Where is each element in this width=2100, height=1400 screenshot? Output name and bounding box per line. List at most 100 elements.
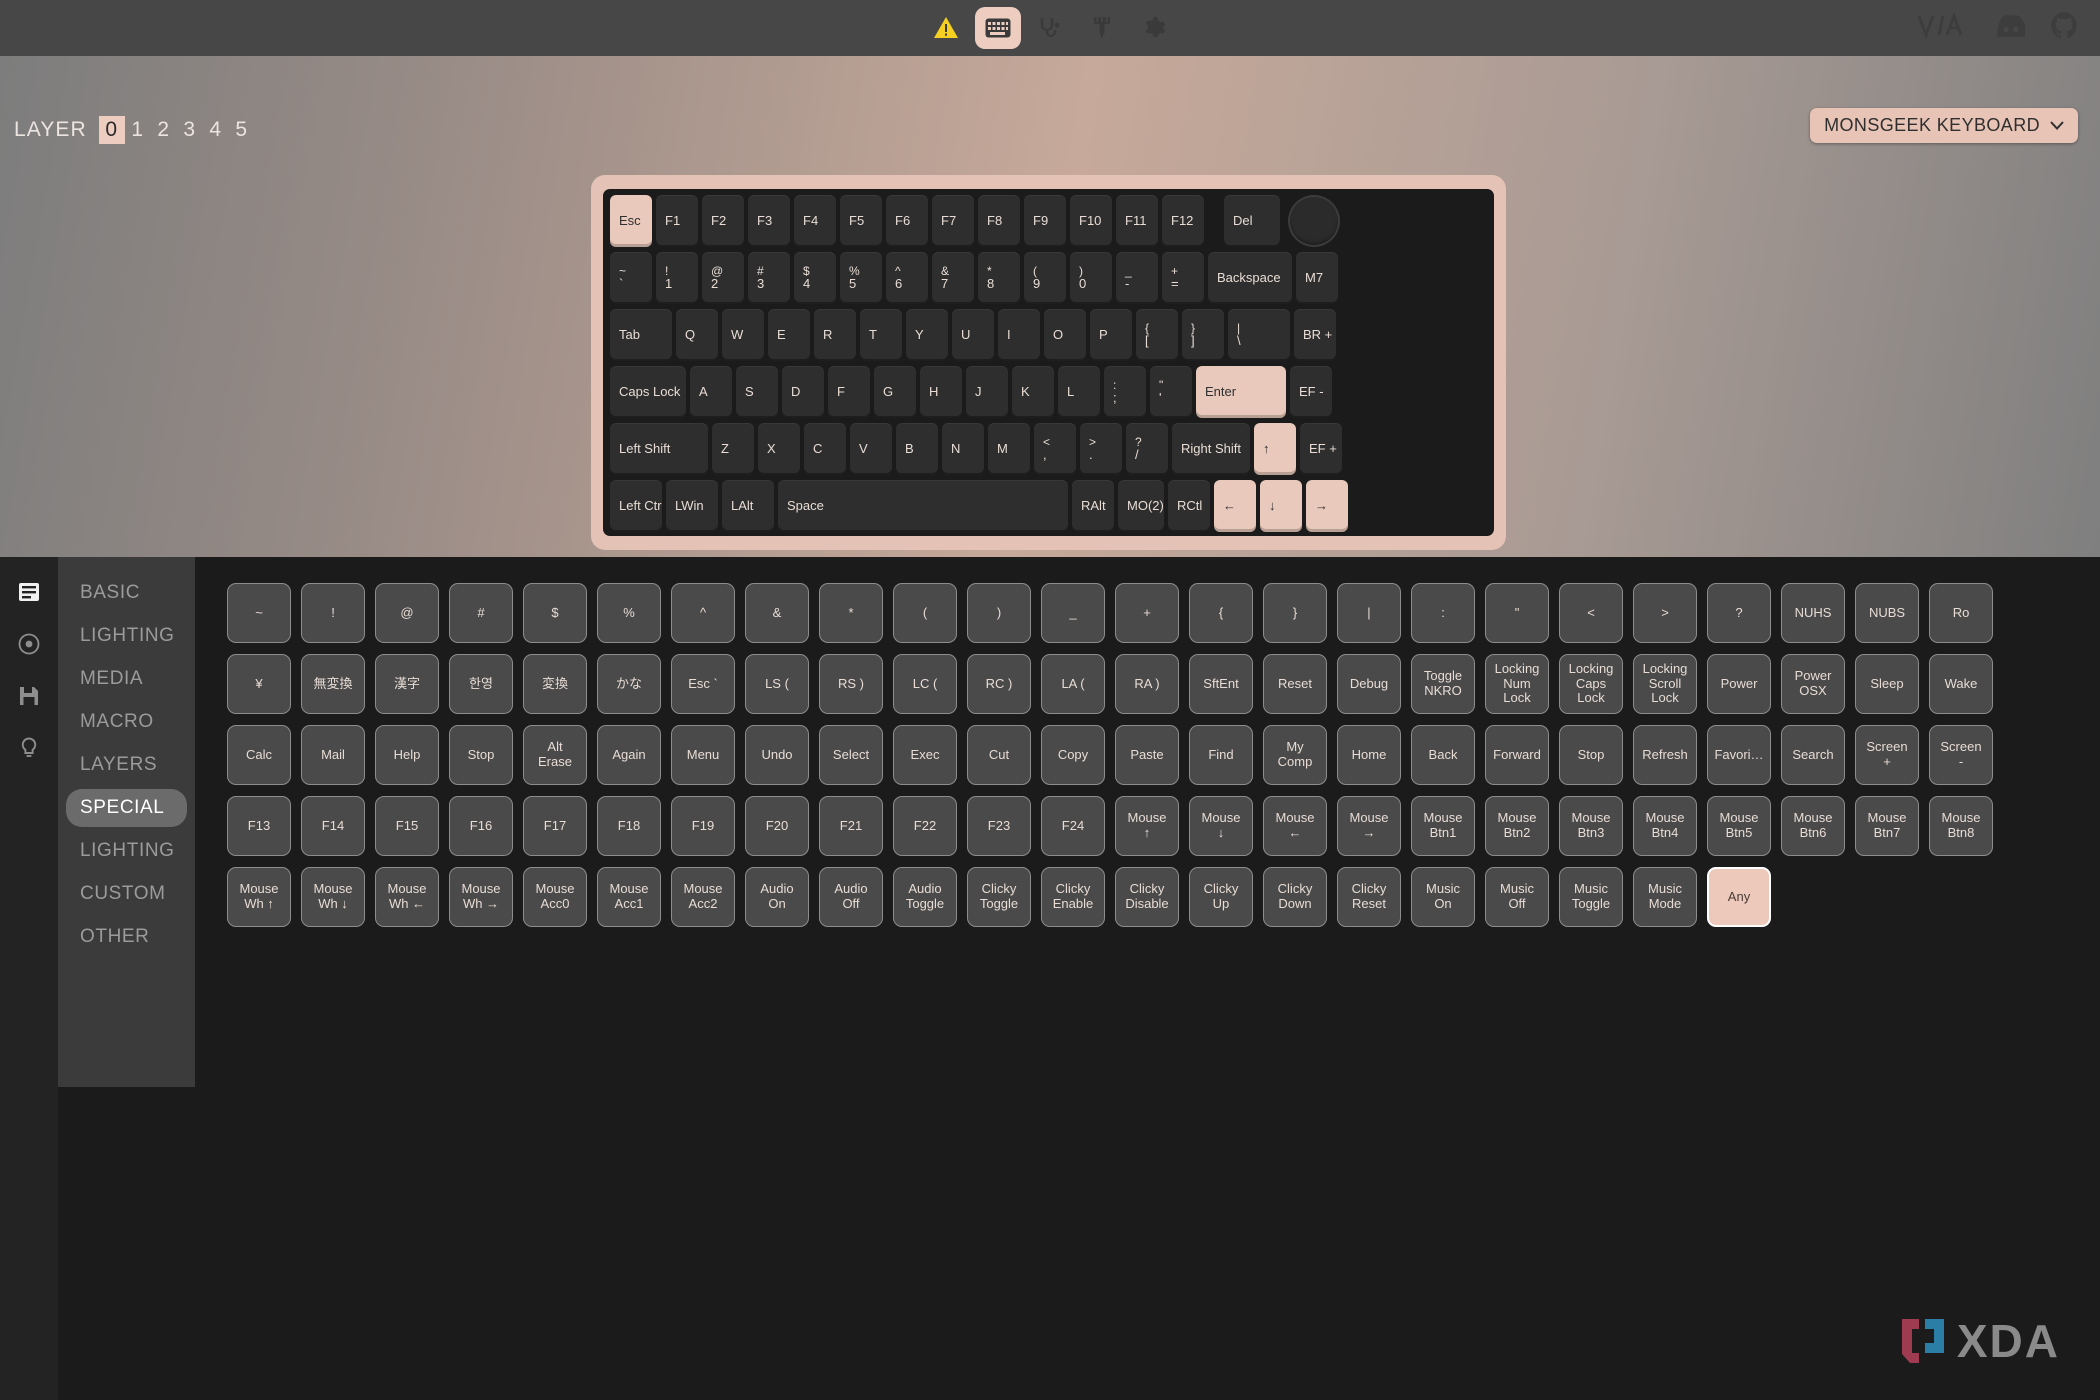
keycode-button[interactable]: F23 — [967, 796, 1031, 856]
keyboard-key[interactable]: P — [1090, 309, 1132, 361]
stethoscope-icon[interactable] — [1027, 7, 1073, 49]
keyboard-key[interactable]: O — [1044, 309, 1086, 361]
keycode-button[interactable]: Again — [597, 725, 661, 785]
save-icon[interactable] — [16, 683, 42, 709]
keyboard-key[interactable]: C — [804, 423, 846, 475]
keycode-button[interactable]: ~ — [227, 583, 291, 643]
keycode-button[interactable]: Mouse Wh ↓ — [301, 867, 365, 927]
keycode-button[interactable]: Wake — [1929, 654, 1993, 714]
keyboard-key[interactable]: A — [690, 366, 732, 418]
keycode-button[interactable]: ¥ — [227, 654, 291, 714]
keyboard-key[interactable]: F4 — [794, 195, 836, 247]
keyboard-key[interactable]: ↓ — [1260, 480, 1302, 532]
keycode-button[interactable]: < — [1559, 583, 1623, 643]
keyboard-key[interactable]: ) 0 — [1070, 252, 1112, 304]
keycode-button[interactable]: Esc ` — [671, 654, 735, 714]
keyboard-key[interactable]: Y — [906, 309, 948, 361]
keycode-button[interactable]: Search — [1781, 725, 1845, 785]
keycode-button[interactable]: Home — [1337, 725, 1401, 785]
keycode-button[interactable]: Copy — [1041, 725, 1105, 785]
keycode-button[interactable]: Mail — [301, 725, 365, 785]
keycode-button[interactable]: ) — [967, 583, 1031, 643]
discord-icon[interactable] — [1995, 14, 2027, 42]
keycode-button[interactable]: * — [819, 583, 883, 643]
keyboard-key[interactable]: ~ ` — [610, 252, 652, 304]
category-item-custom[interactable]: CUSTOM — [66, 875, 187, 913]
keycode-button[interactable]: Clicky Enable — [1041, 867, 1105, 927]
keyboard-key[interactable]: :; — [1104, 366, 1146, 418]
gear-icon[interactable] — [1131, 7, 1177, 49]
keycode-button[interactable]: Locking Caps Lock — [1559, 654, 1623, 714]
keyboard-key[interactable]: N — [942, 423, 984, 475]
keycode-button[interactable]: LC ( — [893, 654, 957, 714]
keycode-button[interactable]: Select — [819, 725, 883, 785]
keyboard-key[interactable]: F6 — [886, 195, 928, 247]
keycode-button[interactable]: Reset — [1263, 654, 1327, 714]
keyboard-key[interactable]: U — [952, 309, 994, 361]
keyboard-key[interactable]: F8 — [978, 195, 1020, 247]
keycode-button[interactable]: Help — [375, 725, 439, 785]
keycode-button[interactable]: Favori… — [1707, 725, 1771, 785]
keyboard-key[interactable]: F1 — [656, 195, 698, 247]
keycode-button[interactable]: Music Toggle — [1559, 867, 1623, 927]
keyboard-key[interactable]: Left Shift — [610, 423, 708, 475]
keycode-button[interactable]: Mouse → — [1337, 796, 1401, 856]
keyboard-key[interactable]: (9 — [1024, 252, 1066, 304]
keyboard-key[interactable]: M — [988, 423, 1030, 475]
keyboard-key[interactable]: M7 — [1296, 252, 1338, 304]
keycode-button[interactable]: Back — [1411, 725, 1475, 785]
keycode-button[interactable]: Mouse Wh ↑ — [227, 867, 291, 927]
keyboard-key[interactable]: F5 — [840, 195, 882, 247]
keycode-button[interactable]: Alt Erase — [523, 725, 587, 785]
keycode-button[interactable]: Clicky Disable — [1115, 867, 1179, 927]
keycode-button[interactable]: Clicky Up — [1189, 867, 1253, 927]
keycode-button[interactable]: LA ( — [1041, 654, 1105, 714]
keycode-button[interactable]: " — [1485, 583, 1549, 643]
keycode-button[interactable]: かな — [597, 654, 661, 714]
keycode-button[interactable]: % — [597, 583, 661, 643]
keyboard-key[interactable]: LAlt — [722, 480, 774, 532]
via-logo[interactable] — [1917, 11, 1969, 44]
keycode-button[interactable]: + — [1115, 583, 1179, 643]
keyboard-key[interactable]: F12 — [1162, 195, 1204, 247]
keycode-button[interactable]: F16 — [449, 796, 513, 856]
layer-button-1[interactable]: 1 — [125, 116, 151, 144]
keyboard-key[interactable]: S — [736, 366, 778, 418]
keycode-button[interactable]: Mouse Wh ← — [375, 867, 439, 927]
paintbrush-icon[interactable] — [1079, 7, 1125, 49]
keycode-button[interactable]: @ — [375, 583, 439, 643]
keyboard-key[interactable]: Caps Lock — [610, 366, 686, 418]
keyboard-key[interactable]: F11 — [1116, 195, 1158, 247]
keyboard-key[interactable]: Del — [1224, 195, 1280, 247]
keyboard-key[interactable]: RAlt — [1072, 480, 1114, 532]
category-item-macro[interactable]: MACRO — [66, 703, 187, 741]
bulb-icon[interactable] — [16, 735, 42, 761]
keyboard-key[interactable]: B — [896, 423, 938, 475]
category-item-other[interactable]: OTHER — [66, 918, 187, 956]
keyboard-key[interactable]: " ' — [1150, 366, 1192, 418]
keycode-button[interactable]: ! — [301, 583, 365, 643]
record-icon[interactable] — [16, 631, 42, 657]
keycode-button[interactable]: : — [1411, 583, 1475, 643]
keyboard-key[interactable]: RCtl — [1168, 480, 1210, 532]
category-item-special[interactable]: SPECIAL — [66, 789, 187, 827]
keyboard-key[interactable]: Z — [712, 423, 754, 475]
keycode-button[interactable]: 変換 — [523, 654, 587, 714]
layer-button-2[interactable]: 2 — [151, 116, 177, 144]
keycode-button[interactable]: F15 — [375, 796, 439, 856]
category-item-lighting[interactable]: LIGHTING — [66, 617, 187, 655]
keycode-button[interactable]: _ — [1041, 583, 1105, 643]
keycode-button[interactable]: F22 — [893, 796, 957, 856]
keyboard-key[interactable]: & 7 — [932, 252, 974, 304]
keycode-button[interactable]: Sleep — [1855, 654, 1919, 714]
keycode-button[interactable]: SftEnt — [1189, 654, 1253, 714]
keyboard-key[interactable]: F3 — [748, 195, 790, 247]
keyboard-key[interactable]: F2 — [702, 195, 744, 247]
keyboard-key[interactable]: T — [860, 309, 902, 361]
keycode-button[interactable]: Mouse Btn4 — [1633, 796, 1697, 856]
keyboard-key[interactable]: <, — [1034, 423, 1076, 475]
keycode-button[interactable]: 한영 — [449, 654, 513, 714]
layer-button-3[interactable]: 3 — [177, 116, 203, 144]
keycode-button[interactable]: F17 — [523, 796, 587, 856]
keycode-button[interactable]: Mouse Btn1 — [1411, 796, 1475, 856]
